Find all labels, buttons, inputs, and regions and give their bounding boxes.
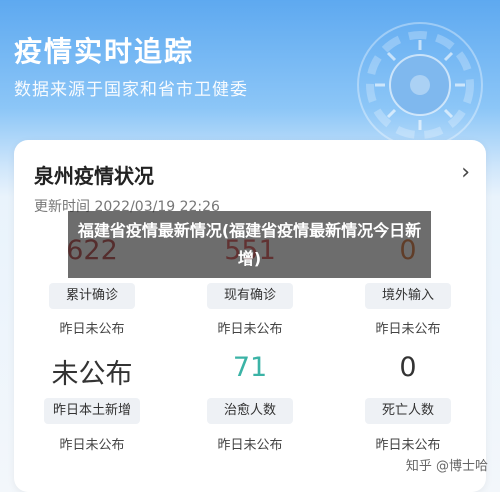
local-new-label: 昨日本土新增: [44, 398, 140, 424]
virus-icon: [357, 22, 483, 148]
cumulative-confirmed-label: 累计确诊: [49, 283, 135, 309]
imported-label: 境外输入: [365, 283, 451, 309]
chevron-right-icon[interactable]: ›: [461, 160, 470, 185]
page-title: 疫情实时追踪: [14, 35, 195, 68]
watermark: 知乎 @博士哈: [405, 459, 488, 474]
card-title: 泉州疫情状况: [34, 164, 154, 188]
deaths-value: 0: [399, 352, 417, 383]
page-subtitle: 数据来源于国家和省市卫健委: [14, 80, 248, 100]
deaths-delta: 昨日未公布: [375, 438, 441, 453]
deaths-label: 死亡人数: [365, 398, 451, 424]
current-confirmed-delta: 昨日未公布: [217, 322, 283, 337]
local-new-delta: 昨日未公布: [59, 438, 125, 453]
imported-delta: 昨日未公布: [375, 322, 441, 337]
current-confirmed-label: 现有确诊: [207, 283, 293, 309]
recovered-value: 71: [232, 352, 268, 383]
cumulative-confirmed-delta: 昨日未公布: [59, 322, 125, 337]
recovered-delta: 昨日未公布: [217, 438, 283, 453]
overlay-text: 福建省疫情最新情况(福建省疫情最新情况今日新增): [77, 221, 422, 268]
article-title-overlay: 福建省疫情最新情况(福建省疫情最新情况今日新增): [68, 211, 431, 278]
city-status-card[interactable]: 泉州疫情状况 › 更新时间 2022/03/19 22:26 622 551 0…: [14, 140, 486, 492]
header-banner: 疫情实时追踪 数据来源于国家和省市卫健委: [0, 0, 500, 150]
local-new-value: 未公布: [51, 359, 133, 390]
recovered-label: 治愈人数: [207, 398, 293, 424]
